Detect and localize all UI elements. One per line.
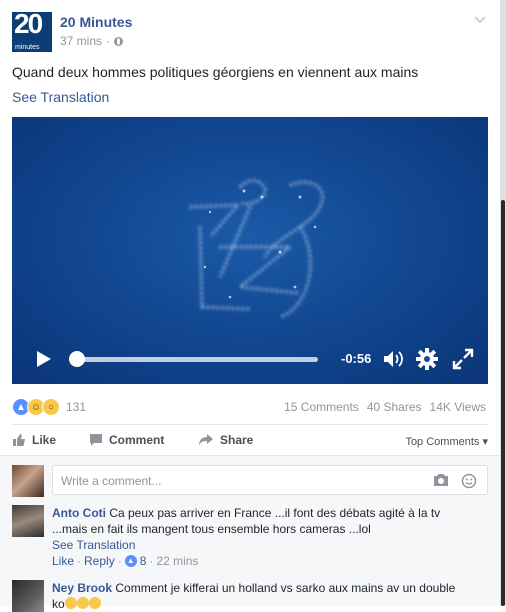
avatar-logo-text: 20 bbox=[14, 12, 43, 39]
top-comments-dropdown[interactable]: Top Comments ▾ bbox=[405, 435, 488, 448]
post-header: 20 minutes 20 Minutes 37 mins · bbox=[12, 12, 488, 52]
comments-divider bbox=[0, 455, 500, 456]
comment-text: Comment je kifferai un holland vs sarko … bbox=[115, 581, 456, 595]
comment-like-count[interactable]: 8 bbox=[140, 553, 147, 569]
comment-meta: Like · Reply · ▲ 8 · 22 mins bbox=[52, 553, 486, 569]
comment-meta-separator: · bbox=[117, 554, 122, 568]
current-user-avatar[interactable] bbox=[12, 465, 44, 497]
comment-bubble-icon bbox=[90, 434, 102, 446]
comment-input[interactable] bbox=[59, 467, 423, 495]
post-stats: 15 Comments 40 Shares 14K Views bbox=[284, 400, 486, 414]
camera-icon[interactable] bbox=[433, 473, 449, 487]
comment-text: Ca peux pas arriver en France ...il font… bbox=[109, 506, 441, 520]
shares-count-link[interactable]: 40 Shares bbox=[367, 400, 422, 414]
comment-body: Ney Brook Comment je kifferai un holland… bbox=[52, 580, 486, 596]
globe-icon bbox=[114, 36, 124, 46]
emoji-icon[interactable] bbox=[461, 473, 477, 489]
scrollbar-thumb[interactable] bbox=[501, 200, 505, 606]
comment-composer[interactable] bbox=[52, 465, 488, 495]
comment-item: Anto Coti Ca peux pas arriver en France … bbox=[52, 505, 486, 569]
chevron-down-icon[interactable] bbox=[472, 12, 488, 28]
comment-author-link[interactable]: Ney Brook bbox=[52, 581, 112, 595]
page-avatar[interactable]: 20 minutes bbox=[12, 12, 52, 52]
like-button[interactable]: Like bbox=[12, 433, 56, 447]
wow-reaction-icon: ○ bbox=[42, 398, 60, 416]
settings-gear-icon[interactable] bbox=[416, 348, 438, 370]
reaction-icons[interactable]: ▲ ☺ ○ bbox=[12, 398, 60, 416]
comment-like-link[interactable]: Like bbox=[52, 553, 74, 569]
comment-button[interactable]: Comment bbox=[89, 433, 164, 447]
comment-author-link[interactable]: Anto Coti bbox=[52, 506, 106, 520]
like-label: Like bbox=[32, 433, 57, 447]
comment-text-continued: ...mais en fait ils mangent tous ensembl… bbox=[52, 522, 371, 536]
time-remaining: -0:56 bbox=[341, 351, 372, 366]
action-bar: Like Comment Share Top Comments ▾ bbox=[12, 430, 488, 452]
volume-icon[interactable] bbox=[382, 348, 406, 370]
particle-logo-graphic bbox=[189, 179, 325, 319]
share-label: Share bbox=[220, 433, 254, 447]
laughing-emoji-icon bbox=[76, 597, 89, 609]
like-reaction-icon: ▲ bbox=[124, 555, 137, 567]
comment-meta-separator: · bbox=[77, 554, 82, 568]
video-controls: -0:56 bbox=[12, 334, 488, 384]
see-translation-link[interactable]: See Translation bbox=[12, 89, 109, 105]
post-card: 20 minutes 20 Minutes 37 mins · Quand de… bbox=[0, 0, 500, 612]
video-progress-bar[interactable] bbox=[74, 357, 318, 362]
timestamp[interactable]: 37 mins bbox=[60, 34, 102, 48]
comment-timestamp[interactable]: 22 mins bbox=[156, 553, 198, 569]
page-name-link[interactable]: 20 Minutes bbox=[60, 14, 132, 30]
divider bbox=[12, 424, 488, 425]
post-text: Quand deux hommes politiques géorgiens e… bbox=[12, 64, 419, 80]
avatar-logo-subtext: minutes bbox=[15, 44, 40, 51]
fullscreen-icon[interactable] bbox=[452, 348, 474, 370]
commenter-avatar[interactable] bbox=[12, 580, 44, 612]
comment-text-continued: ko bbox=[52, 596, 486, 612]
comment-body: Anto Coti Ca peux pas arriver en France … bbox=[52, 505, 486, 521]
laughing-emoji-icon bbox=[64, 597, 77, 609]
comment-item: Ney Brook Comment je kifferai un holland… bbox=[52, 580, 486, 612]
reactions-bar: ▲ ☺ ○ 131 15 Comments 40 Shares 14K View… bbox=[12, 398, 486, 416]
meta-separator: · bbox=[106, 34, 111, 48]
share-button[interactable]: Share bbox=[198, 433, 253, 447]
comment-label: Comment bbox=[109, 433, 165, 447]
reaction-count[interactable]: 131 bbox=[66, 400, 86, 414]
views-count: 14K Views bbox=[429, 400, 486, 414]
commenter-avatar[interactable] bbox=[12, 505, 44, 537]
page-scrollbar[interactable] bbox=[500, 0, 506, 606]
comment-meta-separator: · bbox=[149, 554, 154, 568]
laughing-emoji-icon bbox=[88, 597, 101, 609]
comments-count-link[interactable]: 15 Comments bbox=[284, 400, 359, 414]
post-meta: 37 mins · bbox=[60, 34, 124, 48]
share-arrow-icon bbox=[199, 434, 213, 446]
play-icon[interactable] bbox=[36, 350, 52, 368]
video-scrubber-handle[interactable] bbox=[69, 351, 85, 367]
thumbs-up-icon bbox=[13, 434, 25, 446]
comment-reply-link[interactable]: Reply bbox=[84, 553, 115, 569]
comment-text-fragment: ko bbox=[52, 597, 65, 611]
comments-section: Anto Coti Ca peux pas arriver en France … bbox=[0, 455, 500, 612]
comment-see-translation-link[interactable]: See Translation bbox=[52, 537, 486, 553]
video-player[interactable]: -0:56 bbox=[12, 117, 488, 384]
